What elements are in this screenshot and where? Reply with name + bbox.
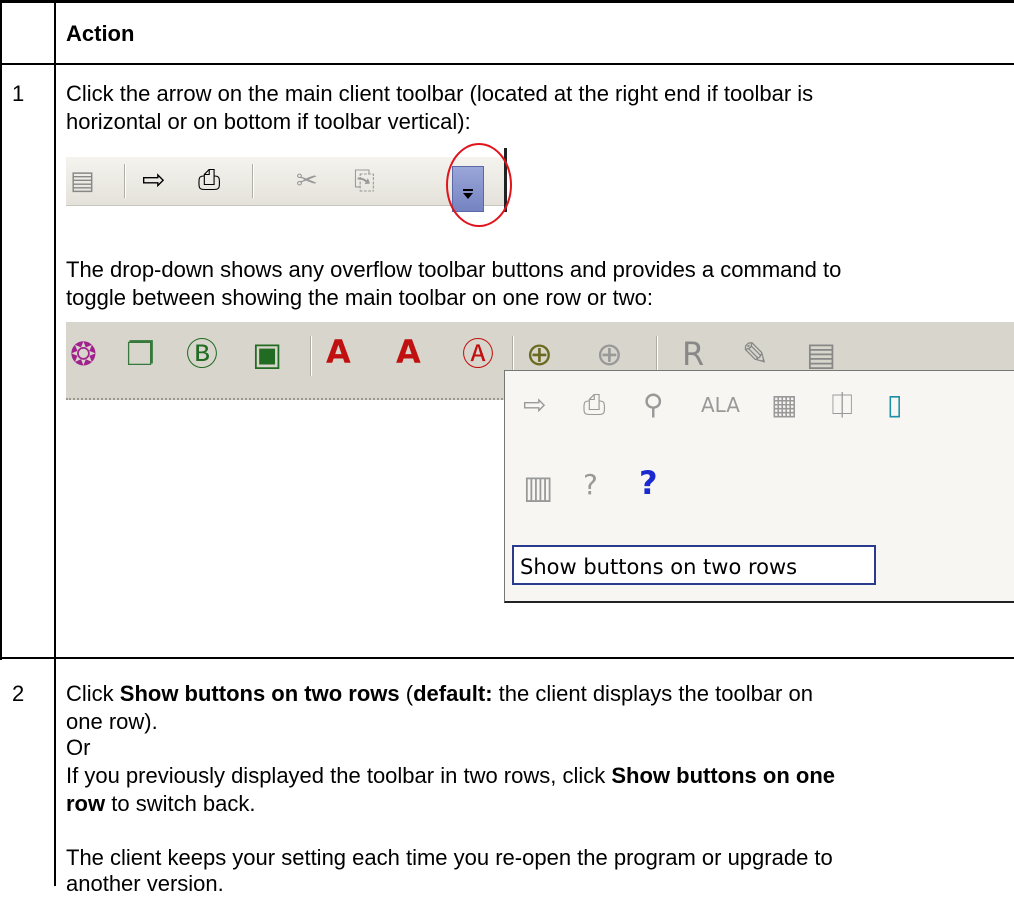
table-top-border (0, 0, 1014, 3)
toolbar-separator (124, 164, 125, 198)
table-left-border (0, 0, 2, 660)
table-col-divider (54, 0, 56, 886)
row-2-number: 2 (12, 681, 25, 706)
b-box-icon: ▣ (252, 335, 283, 373)
row1-bottom-border (0, 657, 1014, 659)
header-bottom-border (0, 63, 1014, 65)
print-icon: ⎙ (583, 388, 606, 421)
b-node-icon: Ⓑ (186, 335, 219, 373)
ala-icon: ALA (701, 393, 740, 417)
row-2-or: Or (66, 735, 91, 760)
check-icon: ✎ (742, 335, 769, 373)
connector-disabled-icon: ⊕ (596, 335, 623, 373)
a-layer-icon: A (396, 333, 421, 371)
column-header-action: Action (66, 21, 135, 46)
r-icon: R (682, 335, 705, 373)
cut-icon: ✂ (296, 166, 318, 196)
row-1-step-text-line2: horizontal or on bottom if toolbar verti… (66, 109, 471, 134)
help-doc-icon: ? (583, 468, 598, 501)
export-icon: ⇨ (142, 163, 166, 196)
print-icon: ⎙ (198, 163, 221, 196)
find-icon: ⚲ (643, 388, 664, 421)
a-node-icon: A (326, 333, 351, 371)
show-one-row-label: Show buttons on one (611, 763, 835, 788)
default-label: default: (413, 681, 493, 706)
row-2-prev-line1: If you previously displayed the toolbar … (66, 762, 835, 789)
show-two-rows-command[interactable]: Show buttons on two rows (512, 545, 876, 585)
row-2-prev-text: If you previously displayed the toolbar … (66, 763, 612, 788)
row-2-paren: ( (399, 681, 414, 706)
toolbar-separator (252, 164, 253, 198)
table-icon: ▤ (70, 166, 95, 196)
highlight-circle (446, 143, 512, 227)
export-icon: ⇨ (523, 388, 547, 421)
row-2-prev-line2: row to switch back. (66, 790, 256, 817)
toolbar-strip (66, 157, 504, 206)
row-2-line1: Click Show buttons on two rows (default:… (66, 680, 813, 707)
row-2-keep-line1: The client keeps your setting each time … (66, 845, 833, 870)
layers-icon: ❐ (126, 335, 155, 373)
show-one-row-label-2: row (66, 791, 106, 816)
row-1-number: 1 (12, 81, 25, 106)
show-two-rows-label: Show buttons on two rows (119, 681, 400, 706)
db-icon: ⎅ (831, 388, 854, 421)
row-2-keep-line2: another version. (66, 871, 224, 896)
table-icon: ▤ (806, 335, 837, 373)
row-2-line2: one row). (66, 709, 158, 734)
report-icon: ▥ (523, 468, 554, 506)
row-2-default-text: the client displays the toolbar on (492, 681, 813, 706)
row-2-switch-back: to switch back. (105, 791, 256, 816)
toolbar-separator (310, 336, 311, 376)
color-icon: ❂ (70, 335, 97, 373)
a-box-icon: Ⓐ (462, 335, 495, 373)
connector-icon: ⊕ (526, 335, 553, 373)
copy-icon: ⎘ (354, 166, 375, 196)
row-2-click: Click (66, 681, 120, 706)
row-1-step-text-line1: Click the arrow on the main client toolb… (66, 81, 814, 106)
doc-icon: ▯ (887, 388, 903, 421)
row-1-dropdown-text-line1: The drop-down shows any overflow toolbar… (66, 257, 842, 282)
grid-icon: ▦ (771, 388, 798, 421)
help-icon: ? (639, 464, 658, 502)
row-1-dropdown-text-line2: toggle between showing the main toolbar … (66, 285, 654, 310)
